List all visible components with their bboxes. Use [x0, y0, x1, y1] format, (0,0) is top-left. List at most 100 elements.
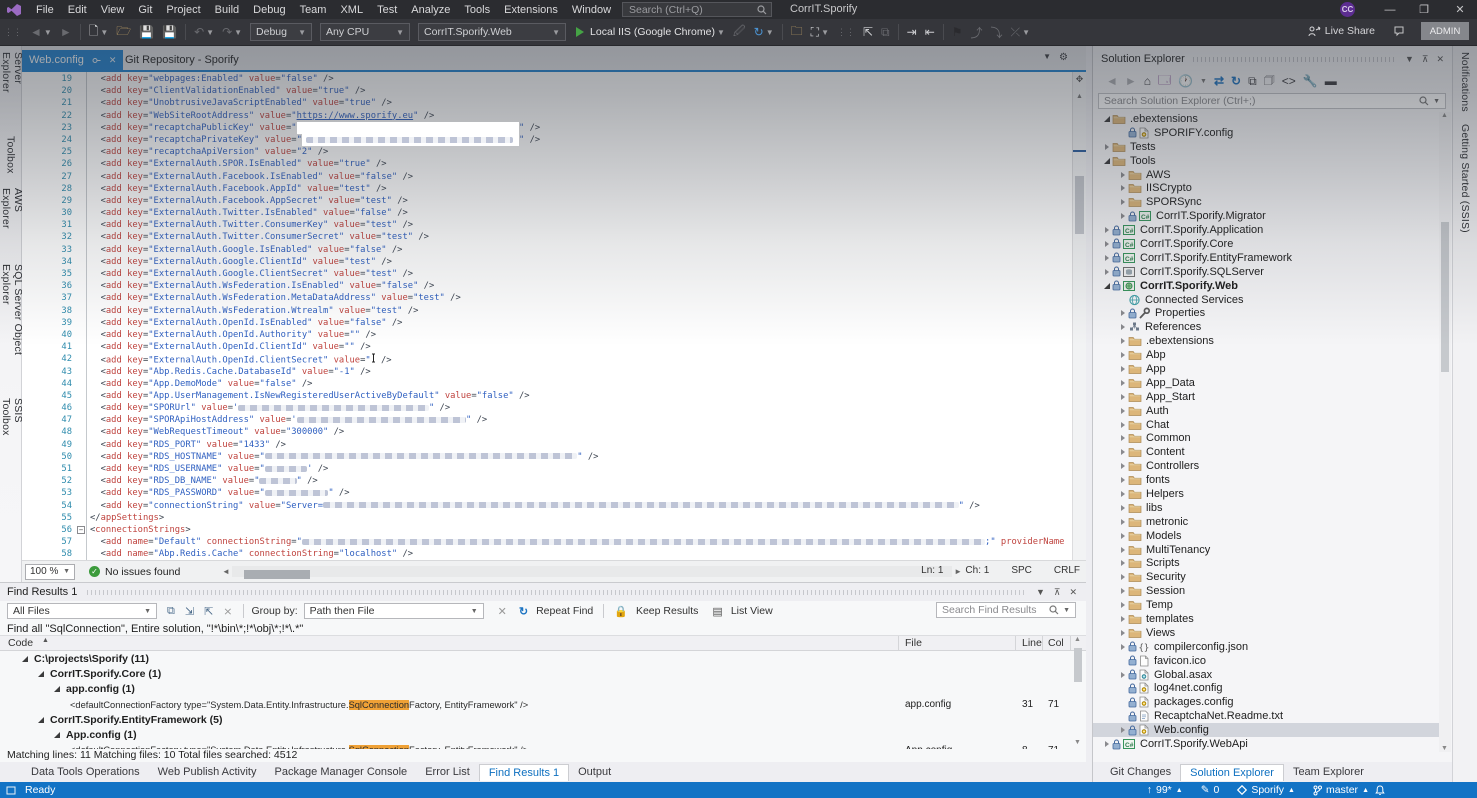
code-line[interactable]: 40<add key="ExternalAuth.OpenId.Authorit…: [22, 329, 1072, 341]
group-by-dropdown[interactable]: Path then File▼: [304, 603, 484, 619]
restore-button[interactable]: ❐: [1407, 0, 1441, 19]
collapse-arrow-icon[interactable]: [1121, 324, 1125, 330]
code-line[interactable]: 28<add key="ExternalAuth.Facebook.AppId"…: [22, 183, 1072, 195]
find-result-row[interactable]: CorrIT.Sporify.Core (1): [0, 666, 1072, 681]
code-line[interactable]: 47<add key="SPORApiHostAddress" value='"…: [22, 414, 1072, 426]
panel-tab-team-explorer[interactable]: Team Explorer: [1284, 764, 1373, 780]
expand-arrow-icon[interactable]: [38, 717, 44, 723]
collapse-arrow-icon[interactable]: [1121, 533, 1125, 539]
tree-item-content[interactable]: Content: [1093, 445, 1439, 459]
tree-item-aws[interactable]: AWS: [1093, 168, 1439, 182]
menu-git[interactable]: Git: [131, 2, 159, 18]
start-debugging-button[interactable]: Local IIS (Google Chrome) ▼: [576, 26, 725, 38]
code-line[interactable]: 39<add key="ExternalAuth.OpenId.IsEnable…: [22, 317, 1072, 329]
code-line[interactable]: 31<add key="ExternalAuth.Twitter.Consume…: [22, 219, 1072, 231]
column-col[interactable]: Col: [1048, 637, 1064, 649]
scroll-down-icon[interactable]: ▼: [1441, 745, 1448, 752]
code-line[interactable]: 41<add key="ExternalAuth.OpenId.ClientId…: [22, 341, 1072, 353]
navigate-forward-button[interactable]: ►: [60, 25, 72, 39]
copy-button[interactable]: ⧉: [881, 25, 890, 40]
pin-icon[interactable]: [92, 56, 101, 65]
bottom-tab-find-results-1[interactable]: Find Results 1: [479, 764, 569, 781]
code-line[interactable]: 51<add key="RDS_USERNAME" value="' />: [22, 463, 1072, 475]
collapse-arrow-icon[interactable]: [1121, 547, 1125, 553]
list-view-icon[interactable]: ▤: [712, 605, 722, 618]
collapse-arrow-icon[interactable]: [1121, 449, 1125, 455]
tree-item-templates[interactable]: templates: [1093, 612, 1439, 626]
keep-results-icon[interactable]: 🔒: [614, 605, 628, 618]
right-strip-tab-getting-started-ssis-[interactable]: Getting Started (SSIS): [1459, 118, 1471, 239]
refresh-icon[interactable]: ↻: [1231, 74, 1241, 88]
tree-item-compilerconfig.json[interactable]: {}compilerconfig.json: [1093, 640, 1439, 654]
expand-arrow-icon[interactable]: [54, 732, 60, 738]
bottom-tab-output[interactable]: Output: [569, 764, 620, 780]
tree-item-app-start[interactable]: App_Start: [1093, 390, 1439, 404]
editor-vertical-scrollbar[interactable]: ✥ ▲: [1072, 72, 1086, 560]
menu-build[interactable]: Build: [208, 2, 246, 18]
scroll-down-icon[interactable]: ▼: [1074, 739, 1081, 746]
solution-platform-dropdown[interactable]: Any CPU▼: [320, 23, 410, 41]
tree-item-recaptchanet.readme.txt[interactable]: RecaptchaNet.Readme.txt: [1093, 709, 1439, 723]
save-to-button[interactable]: ⇱: [863, 25, 873, 39]
tree-item-global.asax[interactable]: Global.asax: [1093, 668, 1439, 682]
menu-tools[interactable]: Tools: [457, 2, 497, 18]
editor-options-gear-icon[interactable]: ⚙: [1059, 52, 1068, 63]
collapse-all-icon[interactable]: ▬: [1325, 74, 1337, 88]
bookmark-dropdown[interactable]: ▼: [1022, 28, 1030, 37]
menu-test[interactable]: Test: [370, 2, 404, 18]
find-result-row[interactable]: App.config (1): [0, 727, 1072, 742]
sync-with-active-document-icon[interactable]: ⇄: [1214, 74, 1224, 88]
view-code-icon[interactable]: <>: [1282, 74, 1296, 88]
window-position-dropdown-icon[interactable]: ▼: [1405, 54, 1414, 64]
collapse-arrow-icon[interactable]: [1121, 435, 1125, 441]
collapse-arrow-icon[interactable]: [1121, 644, 1125, 650]
panel-tab-solution-explorer[interactable]: Solution Explorer: [1180, 764, 1284, 781]
code-line[interactable]: 21<add key="UnobtrusiveJavaScriptEnabled…: [22, 97, 1072, 109]
tree-item-app-data[interactable]: App_Data: [1093, 376, 1439, 390]
collapse-arrow-icon[interactable]: [1121, 213, 1125, 219]
code-line[interactable]: 38<add key="ExternalAuth.WsFederation.Wt…: [22, 305, 1072, 317]
navigate-back-dropdown[interactable]: ▼: [44, 28, 52, 37]
background-tasks-icon[interactable]: [6, 785, 17, 795]
quick-search-input[interactable]: Search (Ctrl+Q): [622, 2, 772, 17]
close-tab-icon[interactable]: ✕: [109, 55, 117, 66]
collapse-arrow-icon[interactable]: [1121, 560, 1125, 566]
tree-item-connected-services[interactable]: Connected Services: [1093, 293, 1439, 307]
tree-item-security[interactable]: Security: [1093, 570, 1439, 584]
code-line[interactable]: 48<add key="WebRequestTimeout" value="30…: [22, 426, 1072, 438]
left-strip-tab-sql-server-object-explorer[interactable]: SQL Server Object Explorer: [0, 258, 24, 392]
minimize-button[interactable]: —: [1373, 0, 1407, 19]
collapse-arrow-icon[interactable]: [1121, 630, 1125, 636]
solution-explorer-scrollbar[interactable]: ▲ ▼: [1439, 112, 1451, 752]
keep-results-label[interactable]: Keep Results: [636, 605, 698, 617]
tree-item-app[interactable]: App: [1093, 362, 1439, 376]
close-button[interactable]: ✕: [1443, 0, 1477, 19]
collapse-arrow-icon[interactable]: [1121, 574, 1125, 580]
refresh-button[interactable]: ↻: [754, 25, 764, 39]
collapse-arrow-icon[interactable]: [1121, 727, 1125, 733]
code-line[interactable]: 45<add key="App.UserManagement.IsNewRegi…: [22, 390, 1072, 402]
notifications-bell-icon[interactable]: [1375, 785, 1385, 796]
search-find-results-input[interactable]: Search Find Results ▼: [936, 602, 1076, 618]
undo-dropdown[interactable]: ▼: [206, 28, 214, 37]
collapse-arrow-icon[interactable]: [1121, 394, 1125, 400]
collapse-arrow-icon[interactable]: [1121, 310, 1125, 316]
window-position-dropdown-icon[interactable]: ▼: [1036, 587, 1045, 597]
home-icon[interactable]: ⌂: [1144, 74, 1151, 88]
open-file-button[interactable]: 🗁: [116, 22, 131, 43]
code-line[interactable]: 56−<connectionStrings>: [22, 524, 1072, 536]
account-avatar[interactable]: CC: [1340, 2, 1355, 17]
solution-configuration-dropdown[interactable]: Debug▼: [250, 23, 312, 41]
next-bookmark-button[interactable]: ⤵: [991, 24, 1003, 41]
bottom-tab-data-tools-operations[interactable]: Data Tools Operations: [22, 764, 149, 780]
tree-item-corrit.sporify.migrator[interactable]: C#CorrIT.Sporify.Migrator: [1093, 209, 1439, 223]
tree-item-helpers[interactable]: Helpers: [1093, 487, 1439, 501]
expand-arrow-icon[interactable]: [1104, 116, 1110, 122]
collapse-arrow-icon[interactable]: [1121, 185, 1125, 191]
tree-item-corrit.sporify.core[interactable]: C#CorrIT.Sporify.Core: [1093, 237, 1439, 251]
collapse-arrow-icon[interactable]: [1105, 227, 1109, 233]
collapse-arrow-icon[interactable]: [1121, 602, 1125, 608]
collapse-arrow-icon[interactable]: [1121, 422, 1125, 428]
code-line[interactable]: 23<add key="recaptchaPublicKey" value=""…: [22, 122, 1072, 134]
collapse-arrow-icon[interactable]: [1121, 463, 1125, 469]
